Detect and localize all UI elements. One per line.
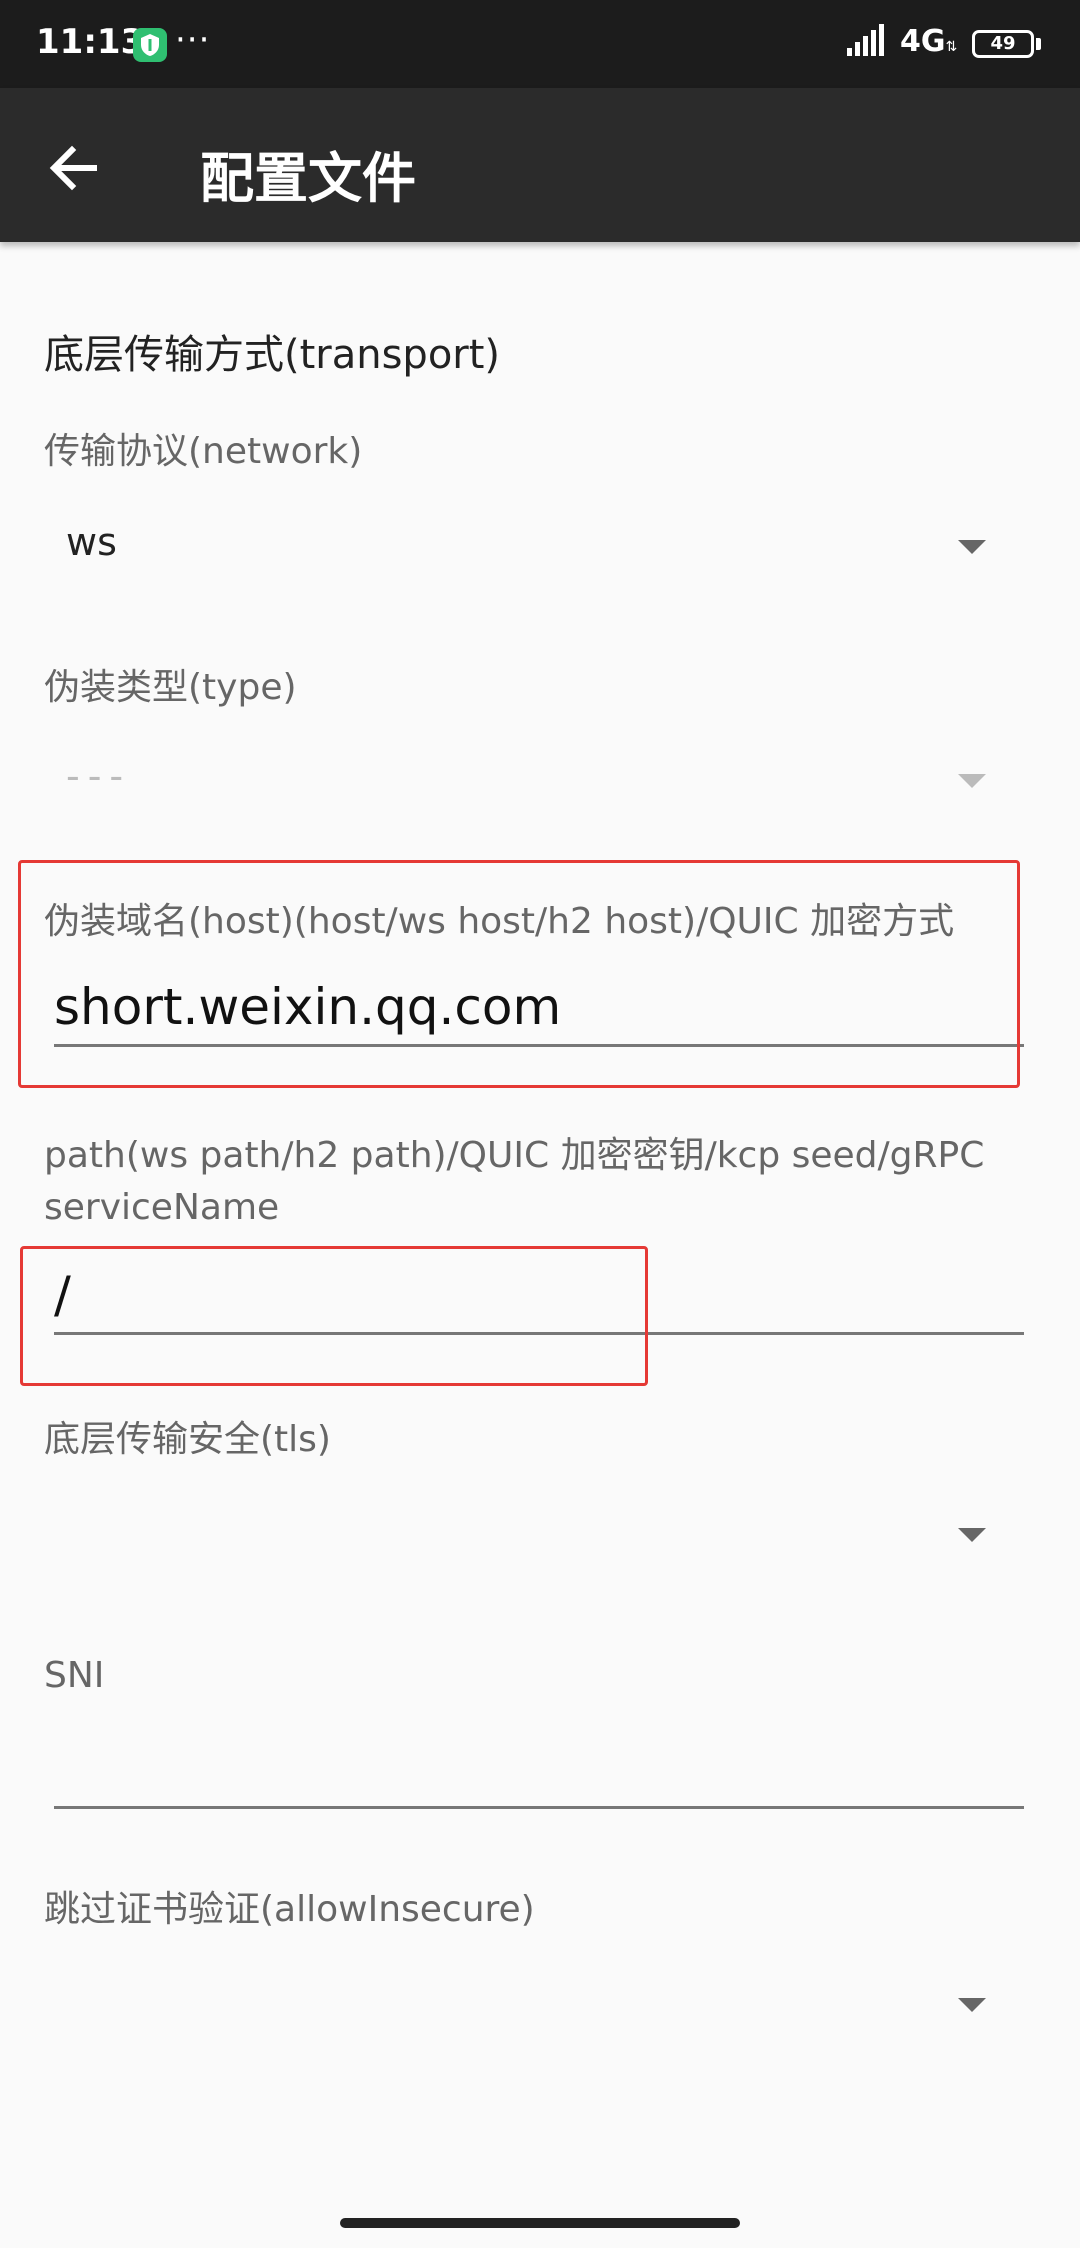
allow-insecure-label: 跳过证书验证(allowInsecure) [44, 1889, 535, 1930]
annotation-box-host [18, 860, 1020, 1088]
allow-insecure-select[interactable] [44, 1960, 1004, 2050]
type-select[interactable]: --- [44, 736, 1004, 826]
back-arrow-icon[interactable] [44, 138, 104, 198]
battery-icon: 49 [972, 30, 1034, 58]
network-select[interactable]: ws [44, 502, 1004, 592]
path-label: path(ws path/h2 path)/QUIC 加密密钥/kcp seed… [44, 1135, 985, 1228]
battery-level: 49 [990, 33, 1016, 54]
signal-icon [846, 24, 888, 60]
app-bar: 配置文件 [0, 88, 1080, 242]
sni-field[interactable] [54, 1740, 1024, 1809]
network-select-value: ws [66, 520, 117, 564]
dropdown-arrow-icon [958, 774, 986, 788]
dropdown-arrow-icon [958, 540, 986, 554]
sni-input[interactable] [54, 1740, 1024, 1806]
shield-icon [133, 28, 167, 62]
more-notifications-icon: ··· [175, 20, 211, 60]
section-title: 底层传输方式(transport) [44, 332, 501, 378]
battery-tip [1036, 38, 1041, 50]
tls-label: 底层传输安全(tls) [44, 1419, 331, 1460]
tls-select[interactable] [44, 1490, 1004, 1580]
status-time: 11:13 [36, 22, 145, 62]
type-select-value: --- [66, 754, 132, 798]
gesture-navigation-bar[interactable] [340, 2218, 740, 2228]
page-title: 配置文件 [200, 147, 416, 210]
type-label: 伪装类型(type) [44, 667, 297, 708]
network-type: 4G⇅ [900, 24, 958, 59]
network-label: 传输协议(network) [44, 431, 363, 472]
dropdown-arrow-icon [958, 1998, 986, 2012]
status-bar: 11:13 ··· 4G⇅ 49 [0, 0, 1080, 88]
dropdown-arrow-icon [958, 1528, 986, 1542]
sni-label: SNI [44, 1655, 105, 1696]
annotation-box-path [20, 1246, 648, 1386]
